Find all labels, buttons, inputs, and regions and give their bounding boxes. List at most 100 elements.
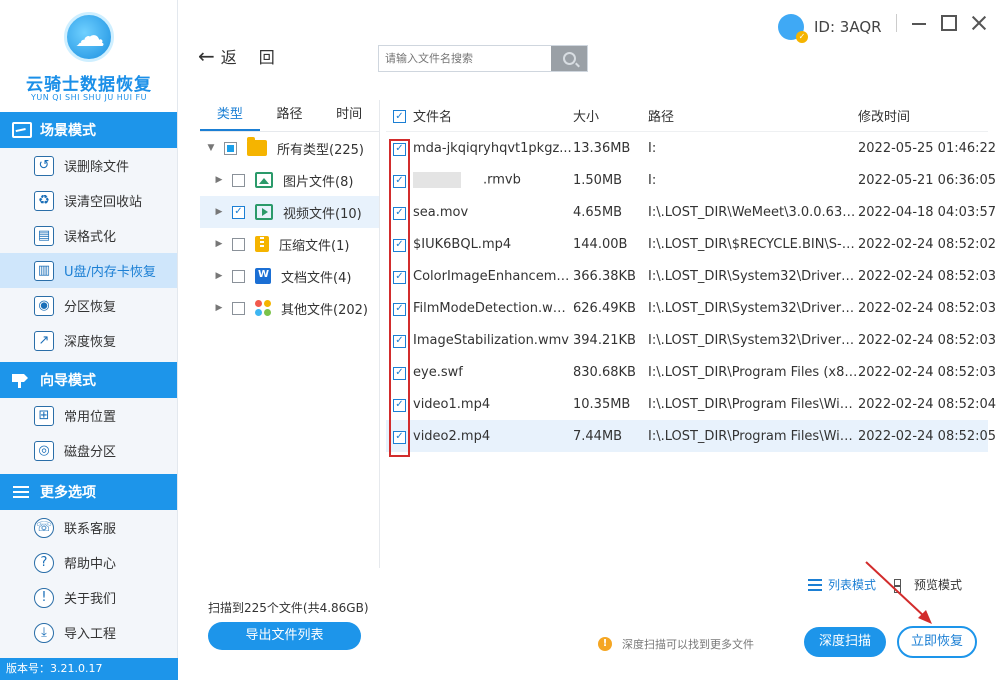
signpost-icon bbox=[12, 372, 32, 388]
menu-icon bbox=[12, 484, 32, 500]
tree-item-others[interactable]: ▶ 其他文件(202) bbox=[200, 292, 379, 324]
window-controls bbox=[896, 14, 1000, 32]
checkbox-images[interactable] bbox=[232, 173, 245, 187]
minimize-icon[interactable] bbox=[911, 15, 927, 31]
tab-time[interactable]: 时间 bbox=[319, 100, 379, 131]
sidebar-item-about-us[interactable]: ! 关于我们 bbox=[0, 580, 177, 615]
tab-path[interactable]: 路径 bbox=[260, 100, 320, 131]
file-name: ColorImageEnhanceme... bbox=[413, 268, 573, 284]
logo-icon bbox=[64, 12, 114, 62]
file-name: .rmvb bbox=[483, 172, 521, 188]
table-row[interactable]: ✓ ImageStabilization.wmv 394.21KB I:\.LO… bbox=[386, 324, 996, 356]
export-list-button[interactable]: 导出文件列表 bbox=[208, 622, 361, 650]
search-input[interactable] bbox=[379, 46, 551, 71]
row-checkbox[interactable]: ✓ bbox=[393, 270, 406, 284]
checkbox-documents[interactable] bbox=[232, 269, 245, 283]
sidebar-item-deep-recover[interactable]: ↗ 深度恢复 bbox=[0, 323, 177, 358]
checkbox-archives[interactable] bbox=[232, 237, 245, 251]
table-row[interactable]: ✓ video2.mp4 7.44MB I:\.LOST_DIR\Program… bbox=[386, 420, 996, 452]
checkbox-all-types[interactable] bbox=[224, 141, 237, 155]
column-header-mtime[interactable]: 修改时间 bbox=[858, 106, 988, 125]
tree-item-archives[interactable]: ▶ 压缩文件(1) bbox=[200, 228, 379, 260]
row-checkbox[interactable]: ✓ bbox=[393, 238, 406, 252]
file-mtime: 2022-05-25 01:46:22 bbox=[858, 140, 997, 156]
checkbox-others[interactable] bbox=[232, 301, 245, 315]
format-icon: ▤ bbox=[34, 225, 54, 246]
deep-scan-hint: ! 深度扫描可以找到更多文件 bbox=[598, 636, 754, 652]
sidebar-item-disk-partition[interactable]: ◎ 磁盘分区 bbox=[0, 433, 177, 468]
file-path: I:\.LOST_DIR\Program Files (x86)... bbox=[648, 364, 858, 380]
sidebar-item-format[interactable]: ▤ 误格式化 bbox=[0, 218, 177, 253]
file-size: 394.21KB bbox=[573, 332, 636, 348]
row-checkbox[interactable]: ✓ bbox=[393, 302, 406, 316]
checkbox-select-all[interactable]: ✓ bbox=[393, 110, 406, 124]
tree-item-images[interactable]: ▶ 图片文件(8) bbox=[200, 164, 379, 196]
caret-right-icon[interactable]: ▶ bbox=[214, 239, 224, 249]
user-avatar-icon[interactable] bbox=[778, 14, 808, 43]
sidebar-item-partition[interactable]: ◉ 分区恢复 bbox=[0, 288, 177, 323]
column-header-path[interactable]: 路径 bbox=[648, 106, 858, 125]
caret-right-icon[interactable]: ▶ bbox=[214, 207, 224, 217]
caret-right-icon[interactable]: ▶ bbox=[214, 271, 224, 281]
file-size: 830.68KB bbox=[573, 364, 636, 380]
file-path: I:\.LOST_DIR\System32\DriverSto... bbox=[648, 332, 858, 348]
row-checkbox[interactable]: ✓ bbox=[393, 174, 406, 188]
table-row[interactable]: ✓ mda-jkqiqryhqvt1pkgz... 13.36MB I: 202… bbox=[386, 132, 997, 164]
caret-right-icon[interactable]: ▶ bbox=[214, 303, 224, 313]
version-label: 版本号：3.21.0.17 bbox=[0, 658, 178, 680]
view-mode-switch: 列表模式 预览模式 bbox=[808, 576, 980, 593]
preview-mode-button[interactable]: 预览模式 bbox=[894, 576, 962, 593]
file-path: I:\.LOST_DIR\Program Files\Wind... bbox=[648, 396, 858, 412]
section-more-options: 更多选项 bbox=[0, 474, 177, 510]
row-checkbox[interactable]: ✓ bbox=[393, 142, 406, 156]
row-checkbox[interactable]: ✓ bbox=[393, 398, 406, 412]
tree-root-all-types[interactable]: ▼ 所有类型(225) bbox=[200, 132, 379, 164]
scene-mode-icon bbox=[12, 122, 32, 138]
deep-recover-icon: ↗ bbox=[34, 330, 54, 351]
logo-title: 云骑士数据恢复 bbox=[26, 75, 152, 95]
column-header-name[interactable]: 文件名 bbox=[413, 106, 573, 125]
file-size: 366.38KB bbox=[573, 268, 636, 284]
search-icon bbox=[562, 52, 576, 65]
help-icon: ? bbox=[34, 552, 54, 573]
table-row[interactable]: ✓ FilmModeDetection.wmv 626.49KB I:\.LOS… bbox=[386, 292, 996, 324]
sidebar-item-import-project[interactable]: ⤓ 导入工程 bbox=[0, 615, 177, 650]
windows-icon: ⊞ bbox=[34, 405, 54, 426]
sidebar-item-help-center[interactable]: ? 帮助中心 bbox=[0, 545, 177, 580]
grid-icon bbox=[894, 578, 908, 593]
sidebar-item-contact-support[interactable]: ☏ 联系客服 bbox=[0, 510, 177, 545]
row-checkbox[interactable]: ✓ bbox=[393, 366, 406, 380]
caret-right-icon[interactable]: ▶ bbox=[214, 175, 224, 185]
file-mtime: 2022-02-24 08:52:04 bbox=[858, 396, 997, 412]
table-row[interactable]: ✓ eye.swf 830.68KB I:\.LOST_DIR\Program … bbox=[386, 356, 996, 388]
sidebar-item-recycle-bin[interactable]: ♻ 误清空回收站 bbox=[0, 183, 177, 218]
maximize-icon[interactable] bbox=[941, 15, 957, 31]
column-header-size[interactable]: 大小 bbox=[573, 106, 648, 125]
table-row[interactable]: ✓ $IUK6BQL.mp4 144.00B I:\.LOST_DIR\$REC… bbox=[386, 228, 996, 260]
sidebar-item-usb-card[interactable]: ▥ U盘/内存卡恢复 bbox=[0, 253, 177, 288]
file-path: I:\.LOST_DIR\Program Files\Wind... bbox=[648, 428, 858, 444]
row-checkbox[interactable]: ✓ bbox=[393, 334, 406, 348]
table-row[interactable]: ✓ video1.mp4 10.35MB I:\.LOST_DIR\Progra… bbox=[386, 388, 997, 420]
table-row[interactable]: ✓ ColorImageEnhanceme... 366.38KB I:\.LO… bbox=[386, 260, 996, 292]
table-row[interactable]: ✓ sea.mov 4.65MB I:\.LOST_DIR\WeMeet\3.0… bbox=[386, 196, 996, 228]
row-checkbox[interactable]: ✓ bbox=[393, 430, 406, 444]
checkbox-videos[interactable]: ✓ bbox=[232, 205, 245, 219]
tab-type[interactable]: 类型 bbox=[200, 100, 260, 131]
file-rows: ✓ mda-jkqiqryhqvt1pkgz... 13.36MB I: 202… bbox=[386, 132, 997, 452]
tree-item-videos[interactable]: ▶ ✓ 视频文件(10) bbox=[200, 196, 379, 228]
row-checkbox[interactable]: ✓ bbox=[393, 206, 406, 220]
sidebar-item-common-locations[interactable]: ⊞ 常用位置 bbox=[0, 398, 177, 433]
back-button[interactable]: ← 返回 bbox=[198, 44, 297, 68]
sidebar-item-deleted-files[interactable]: ↺ 误删除文件 bbox=[0, 148, 177, 183]
close-icon[interactable] bbox=[971, 15, 987, 31]
list-mode-button[interactable]: 列表模式 bbox=[808, 576, 876, 593]
deep-scan-button[interactable]: 深度扫描 bbox=[804, 627, 886, 657]
recover-now-button[interactable]: 立即恢复 bbox=[897, 626, 977, 658]
tree-item-documents[interactable]: ▶ 文档文件(4) bbox=[200, 260, 379, 292]
table-row[interactable]: ✓ .rmvb 1.50MB I: 2022-05-21 06:36:05 bbox=[386, 164, 996, 196]
arrow-left-icon: ← bbox=[198, 44, 215, 68]
logo-subtitle: YUN QI SHI SHU JU HUI FU bbox=[31, 93, 147, 102]
search-button[interactable] bbox=[551, 46, 587, 71]
caret-down-icon[interactable]: ▼ bbox=[206, 143, 216, 153]
